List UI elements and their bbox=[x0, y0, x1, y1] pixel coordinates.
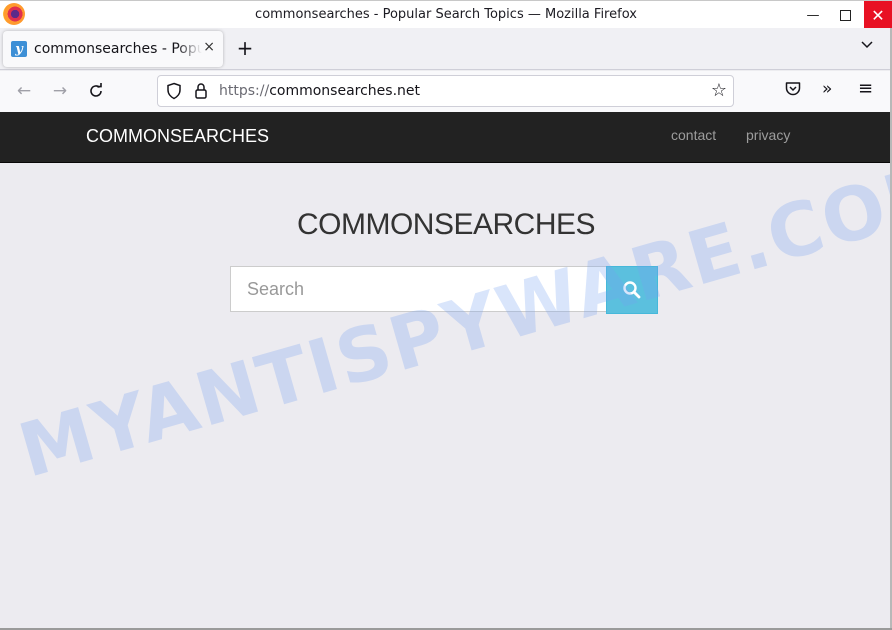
tab-strip: y commonsearches - Popular Search Topics… bbox=[0, 28, 892, 70]
chevron-down-icon bbox=[861, 41, 873, 49]
back-button[interactable]: ← bbox=[12, 79, 36, 103]
pocket-button[interactable] bbox=[784, 80, 802, 102]
overflow-menu-button[interactable]: » bbox=[822, 79, 832, 99]
search-button[interactable] bbox=[606, 266, 658, 314]
minimize-icon: — bbox=[806, 7, 820, 23]
reload-button[interactable] bbox=[84, 79, 108, 103]
watermark-overlay: MYANTISPYWARE.COM bbox=[10, 143, 892, 495]
nav-link-contact[interactable]: contact bbox=[671, 127, 716, 143]
bookmark-star-icon[interactable]: ☆ bbox=[711, 80, 727, 101]
site-favicon-icon: y bbox=[11, 41, 27, 57]
tracking-protection-shield-icon[interactable] bbox=[166, 82, 182, 100]
maximize-icon bbox=[839, 9, 851, 21]
site-navbar: COMMONSEARCHES contact privacy bbox=[0, 112, 892, 163]
window-title: commonsearches - Popular Search Topics —… bbox=[255, 7, 637, 22]
reload-icon bbox=[90, 83, 102, 97]
tab-commonsearches[interactable]: y commonsearches - Popular Search Topics… bbox=[3, 31, 223, 67]
page-title: COMMONSEARCHES bbox=[296, 208, 596, 241]
close-window-button[interactable]: ✕ bbox=[864, 1, 892, 29]
search-input[interactable] bbox=[231, 267, 606, 311]
site-brand-link[interactable]: COMMONSEARCHES bbox=[86, 126, 269, 147]
web-page: COMMONSEARCHES contact privacy COMMONSEA… bbox=[0, 112, 892, 628]
search-icon bbox=[623, 281, 641, 299]
maximize-button[interactable] bbox=[830, 1, 860, 29]
close-icon: ✕ bbox=[871, 5, 885, 25]
url-text[interactable]: https://commonsearches.net bbox=[219, 83, 420, 99]
forward-button[interactable]: → bbox=[48, 79, 72, 103]
window-titlebar: commonsearches - Popular Search Topics —… bbox=[0, 0, 892, 29]
lock-icon[interactable] bbox=[194, 82, 208, 100]
navigation-toolbar: ← → https://commonsearches.net ☆ » ≡ bbox=[0, 71, 892, 112]
chevrons-right-icon: » bbox=[822, 79, 833, 99]
tab-close-icon[interactable]: × bbox=[203, 39, 215, 55]
address-bar[interactable]: https://commonsearches.net ☆ bbox=[157, 75, 734, 107]
arrow-left-icon: ← bbox=[16, 81, 32, 101]
pocket-icon bbox=[785, 82, 801, 96]
new-tab-button[interactable]: + bbox=[234, 36, 256, 60]
arrow-right-icon: → bbox=[52, 81, 68, 101]
search-field-wrapper bbox=[230, 266, 607, 312]
tab-title: commonsearches - Popular Search Topics bbox=[34, 41, 202, 57]
nav-link-privacy[interactable]: privacy bbox=[746, 127, 790, 143]
app-menu-button[interactable]: ≡ bbox=[858, 78, 873, 99]
list-all-tabs-button[interactable] bbox=[860, 38, 874, 54]
minimize-button[interactable]: — bbox=[798, 1, 828, 29]
hamburger-menu-icon: ≡ bbox=[858, 78, 874, 99]
